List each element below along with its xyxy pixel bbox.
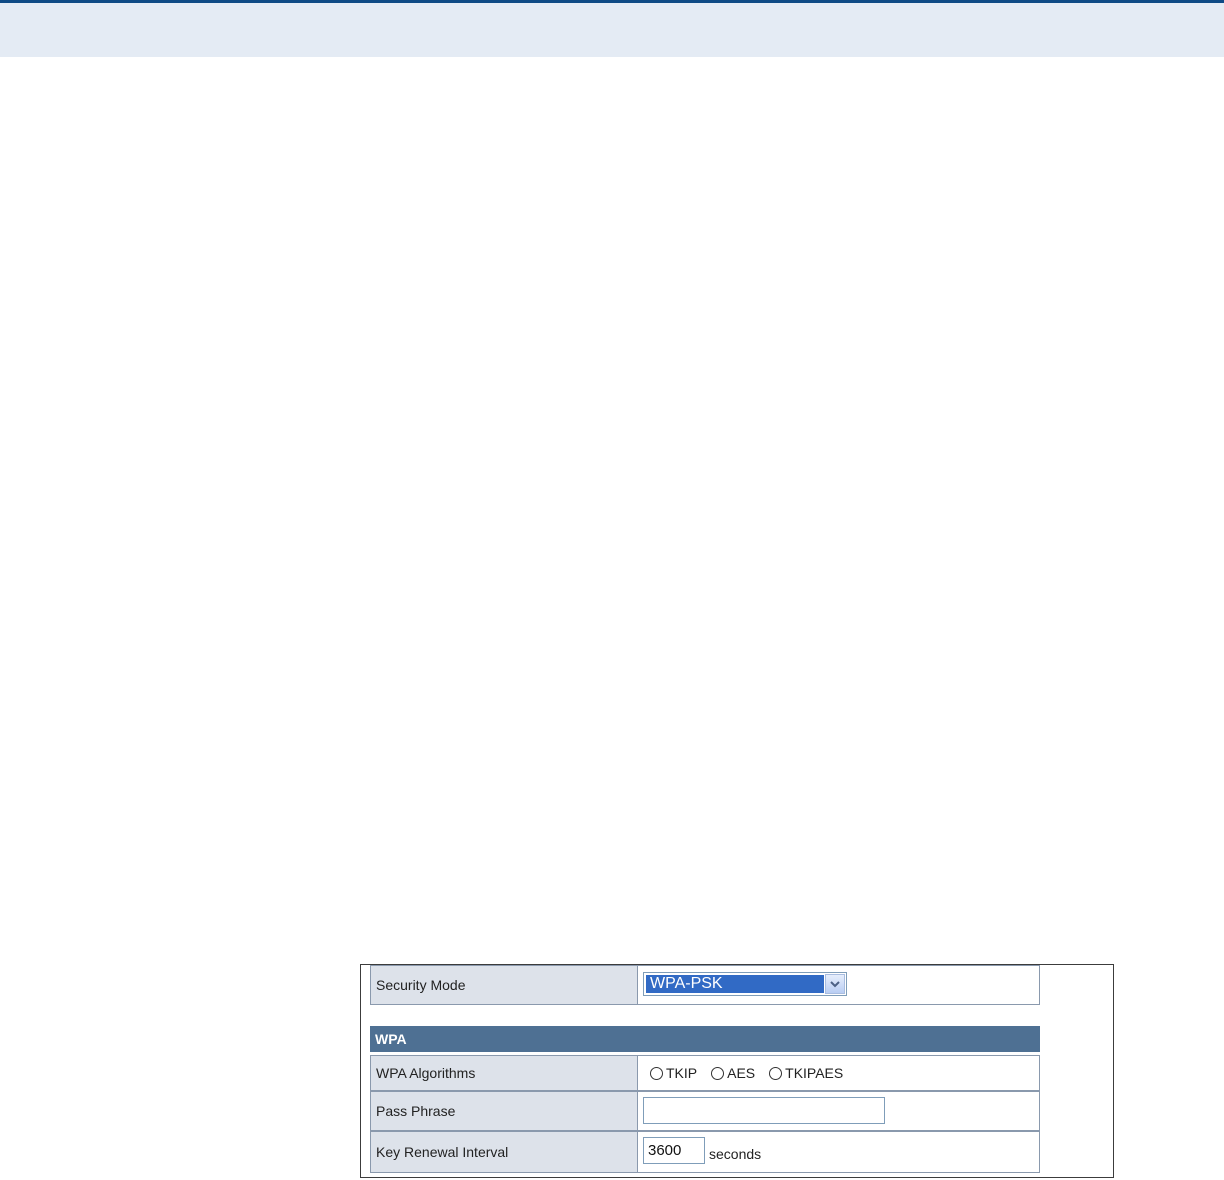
wpa-algorithms-cell: TKIP AES TKIPAES xyxy=(638,1055,1040,1091)
security-mode-select[interactable]: WPA-PSK xyxy=(643,972,847,996)
key-renewal-input[interactable] xyxy=(643,1137,705,1164)
wpa-section-header: WPA xyxy=(370,1026,1040,1052)
wpa-algorithms-radio-group: TKIP AES TKIPAES xyxy=(650,1065,857,1081)
key-renewal-label: Key Renewal Interval xyxy=(370,1131,638,1173)
pass-phrase-cell xyxy=(638,1091,1040,1131)
key-renewal-cell: seconds xyxy=(638,1131,1040,1173)
wpa-algorithms-row: WPA Algorithms TKIP AES TKIPAES xyxy=(370,1055,1040,1091)
radio-unchecked-icon[interactable] xyxy=(711,1066,725,1080)
header-band xyxy=(0,3,1224,57)
chevron-down-icon[interactable] xyxy=(825,974,845,994)
security-mode-row: Security Mode WPA-PSK xyxy=(370,965,1040,1005)
key-renewal-unit: seconds xyxy=(709,1146,762,1162)
pass-phrase-label: Pass Phrase xyxy=(370,1091,638,1131)
pass-phrase-row: Pass Phrase xyxy=(370,1091,1040,1131)
radio-option-tkip[interactable]: TKIP xyxy=(650,1065,697,1081)
key-renewal-row: Key Renewal Interval seconds xyxy=(370,1131,1040,1173)
wpa-algorithms-label: WPA Algorithms xyxy=(370,1055,638,1091)
radio-unchecked-icon[interactable] xyxy=(769,1066,783,1080)
wireless-security-form: Security Mode WPA-PSK WPA WPA Algorithms… xyxy=(360,964,1114,1178)
security-mode-selected-value: WPA-PSK xyxy=(646,975,824,993)
radio-unchecked-icon[interactable] xyxy=(650,1066,663,1080)
radio-label-tkip: TKIP xyxy=(666,1065,698,1081)
radio-label-aes: AES xyxy=(727,1065,756,1081)
security-mode-cell: WPA-PSK xyxy=(638,965,1040,1005)
radio-option-tkipaes[interactable]: TKIPAES xyxy=(769,1065,843,1081)
radio-option-aes[interactable]: AES xyxy=(711,1065,755,1081)
security-mode-label: Security Mode xyxy=(370,965,638,1005)
pass-phrase-input[interactable] xyxy=(643,1097,885,1124)
radio-label-tkipaes: TKIPAES xyxy=(785,1065,844,1081)
